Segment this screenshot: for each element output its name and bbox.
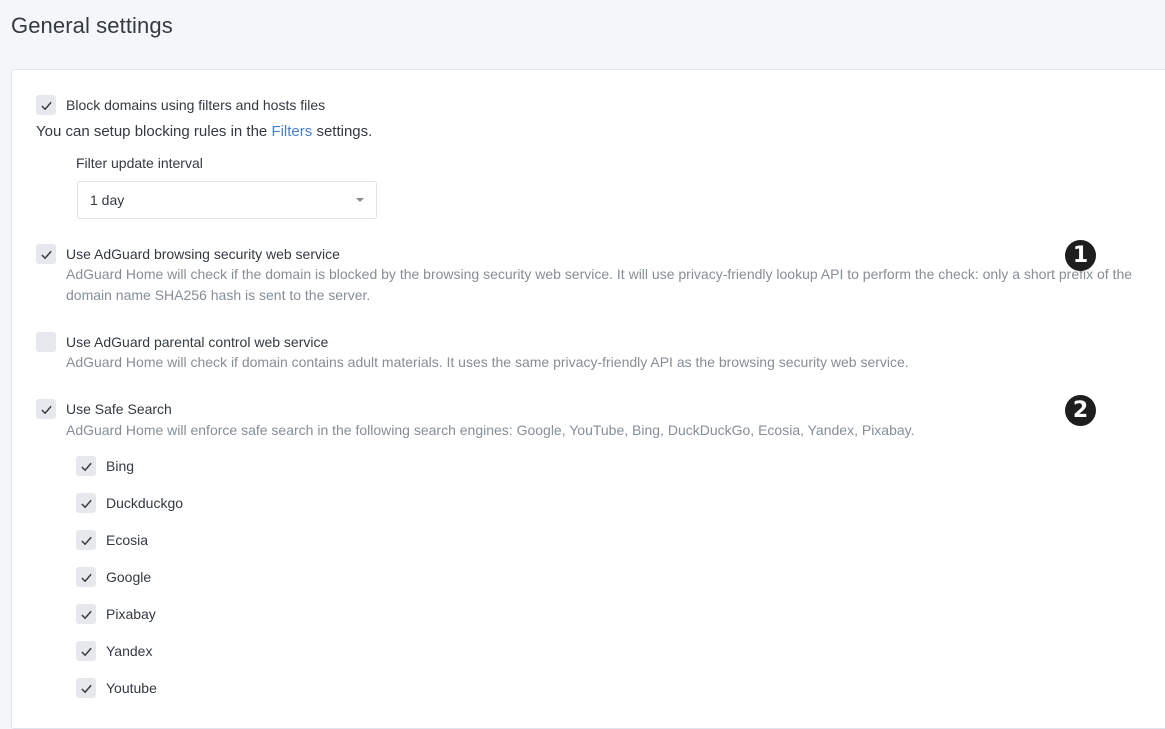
checkmark-icon <box>40 250 52 259</box>
checkmark-icon <box>80 610 92 619</box>
engine-checkbox-yandex[interactable] <box>76 641 96 661</box>
checkmark-icon <box>80 536 92 545</box>
engine-checkbox-ecosia[interactable] <box>76 530 96 550</box>
filter-update-interval-label: Filter update interval <box>76 155 203 171</box>
chevron-down-icon <box>356 198 364 202</box>
filters-info-prefix: You can setup blocking rules in the <box>36 123 272 140</box>
safe-search-description: AdGuard Home will enforce safe search in… <box>66 422 915 438</box>
checkmark-icon <box>80 462 92 471</box>
parental-control-checkbox[interactable] <box>36 332 56 352</box>
parental-control-label[interactable]: Use AdGuard parental control web service <box>66 334 328 350</box>
checkmark-icon <box>80 647 92 656</box>
filters-info-suffix: settings. <box>312 123 373 140</box>
engine-checkbox-pixabay[interactable] <box>76 604 96 624</box>
browsing-security-label[interactable]: Use AdGuard browsing security web servic… <box>66 246 340 262</box>
engine-label-pixabay[interactable]: Pixabay <box>106 606 156 622</box>
checkmark-icon <box>80 573 92 582</box>
parental-control-description: AdGuard Home will check if domain contai… <box>66 354 909 370</box>
engine-label-yandex[interactable]: Yandex <box>106 643 152 659</box>
engine-label-youtube[interactable]: Youtube <box>106 680 157 696</box>
checkmark-icon <box>80 684 92 693</box>
annotation-badge-2: 2 <box>1065 395 1096 426</box>
checkmark-icon <box>40 405 52 414</box>
engine-label-google[interactable]: Google <box>106 569 151 585</box>
filter-update-interval-value: 1 day <box>90 192 125 208</box>
filters-info-text: You can setup blocking rules in the Filt… <box>36 123 372 140</box>
block-domains-label[interactable]: Block domains using filters and hosts fi… <box>66 97 325 113</box>
filter-update-interval-select[interactable]: 1 day <box>77 181 377 219</box>
browsing-security-description: AdGuard Home will check if the domain is… <box>66 266 1133 303</box>
browsing-security-checkbox[interactable] <box>36 244 56 264</box>
engine-label-duckduckgo[interactable]: Duckduckgo <box>106 495 183 511</box>
block-domains-checkbox[interactable] <box>36 95 56 115</box>
safe-search-checkbox[interactable] <box>36 399 56 419</box>
annotation-badge-1: 1 <box>1065 240 1096 271</box>
general-settings-card: Block domains using filters and hosts fi… <box>11 69 1165 729</box>
page-title: General settings <box>11 13 173 38</box>
engine-checkbox-duckduckgo[interactable] <box>76 493 96 513</box>
safe-search-label[interactable]: Use Safe Search <box>66 401 172 417</box>
checkmark-icon <box>80 499 92 508</box>
engine-checkbox-youtube[interactable] <box>76 678 96 698</box>
engine-checkbox-google[interactable] <box>76 567 96 587</box>
checkmark-icon <box>40 101 52 110</box>
engine-label-bing[interactable]: Bing <box>106 458 134 474</box>
filters-link[interactable]: Filters <box>271 123 312 140</box>
engine-label-ecosia[interactable]: Ecosia <box>106 532 148 548</box>
engine-checkbox-bing[interactable] <box>76 456 96 476</box>
